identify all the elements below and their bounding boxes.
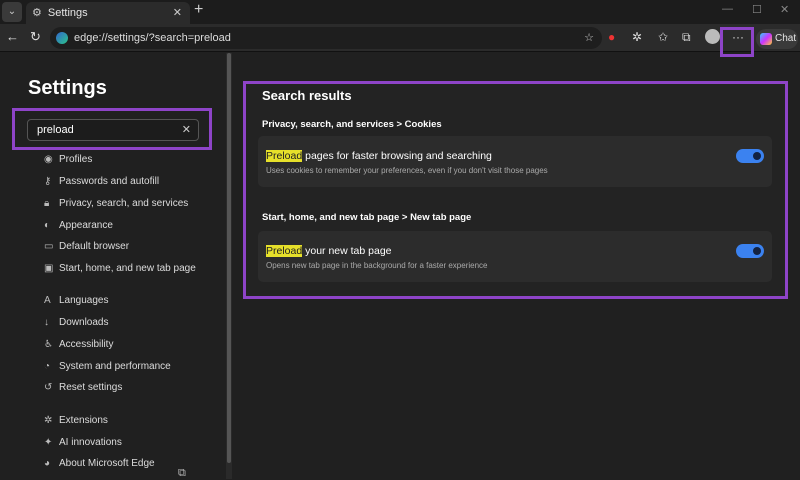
sidebar-item-default-browser[interactable]: ▭ Default browser [44,241,129,252]
item-label: Privacy, search, and services [59,198,189,209]
extensions-puzzle-icon[interactable]: ✲ [632,30,642,44]
scrollbar-thumb[interactable] [227,53,231,463]
back-button[interactable]: ← [6,29,19,44]
item-label: Default browser [59,241,130,252]
puzzle-icon: ✲ [44,415,53,426]
sidebar-scrollbar[interactable] [226,53,232,479]
sidebar-item-start-home[interactable]: ▣ Start, home, and new tab page [44,263,196,274]
sidebar-item-appearance[interactable]: ◐ Appearance [44,220,113,231]
ai-icon: ✦ [44,437,53,448]
sidebar-item-downloads[interactable]: ↓ Downloads [44,317,108,328]
sidebar-item-reset[interactable]: ↺ Reset settings [44,382,122,393]
palette-icon: ◐ [44,220,51,231]
language-icon: A [44,295,51,306]
item-label: System and performance [59,361,171,372]
item-label: About Microsoft Edge [59,458,155,469]
item-label: Reset settings [59,382,123,393]
gear-icon: ⚙ [32,7,42,19]
sidebar-item-ai[interactable]: ✦ AI innovations [44,437,122,448]
collections-icon[interactable]: ⧉ [682,30,691,45]
copilot-chat-button[interactable]: Chat [756,29,798,49]
sidebar-item-extensions[interactable]: ✲ Extensions [44,415,108,426]
key-icon: ⚷ [44,176,52,187]
address-bar[interactable]: edge://settings/?search=preload ☆ [50,27,602,49]
item-label: AI innovations [59,437,122,448]
person-icon: ◉ [44,154,53,165]
copilot-icon [760,33,772,45]
settings-title: Settings [28,77,107,99]
lock-icon: 🔒︎ [44,198,50,209]
external-link-icon: ⧉ [178,467,186,479]
sidebar-item-privacy[interactable]: 🔒︎ Privacy, search, and services [44,198,188,209]
item-label: Extensions [59,415,108,426]
minimize-button[interactable]: — [722,3,733,15]
chat-label: Chat [775,33,797,44]
sidebar-item-accessibility[interactable]: ♿︎ Accessibility [44,339,113,350]
avatar[interactable] [705,29,720,44]
browser-icon: ▭ [44,241,54,252]
address-toolbar: ← ↻ edge://settings/?search=preload ☆ ● … [0,24,800,52]
favorite-star-icon[interactable]: ☆ [584,27,594,49]
system-icon: ◔ [44,361,51,372]
tab-settings[interactable]: ⚙ Settings ✕ [26,2,190,24]
sidebar-item-passwords[interactable]: ⚷ Passwords and autofill [44,176,159,187]
accessibility-icon: ♿︎ [44,339,53,350]
reset-icon: ↺ [44,382,53,393]
edge-icon: ◕ [44,458,51,469]
home-icon: ▣ [44,263,54,274]
new-tab-button[interactable]: + [194,1,203,19]
item-label: Appearance [59,220,113,231]
url-text: edge://settings/?search=preload [74,32,231,44]
sidebar-item-languages[interactable]: A Languages [44,295,109,306]
item-label: Languages [59,295,109,306]
highlight-results [243,81,788,299]
extension-icon[interactable]: ● [608,30,615,44]
close-window-button[interactable]: ✕ [780,3,789,16]
item-label: Accessibility [59,339,114,350]
favorites-icon[interactable]: ✩ [658,30,668,44]
sidebar-item-system[interactable]: ◔ System and performance [44,361,171,372]
close-tab-icon[interactable]: ✕ [173,2,182,24]
item-label: Passwords and autofill [59,176,160,187]
sidebar-item-profiles[interactable]: ◉ Profiles [44,154,92,165]
item-label: Start, home, and new tab page [59,263,196,274]
highlight-more-button [720,27,754,57]
tab-bar: ⌄ ⚙ Settings ✕ + — ☐ ✕ [0,0,800,24]
refresh-button[interactable]: ↻ [30,29,41,45]
tab-title: Settings [47,7,88,19]
tab-actions-button[interactable]: ⌄ [2,2,22,22]
edge-icon [56,32,68,44]
item-label: Profiles [59,154,93,165]
item-label: Downloads [59,317,109,328]
sidebar-item-about[interactable]: ◕ About Microsoft Edge [44,458,155,469]
highlight-search-box [12,108,212,150]
download-icon: ↓ [44,317,49,328]
maximize-button[interactable]: ☐ [752,3,762,16]
